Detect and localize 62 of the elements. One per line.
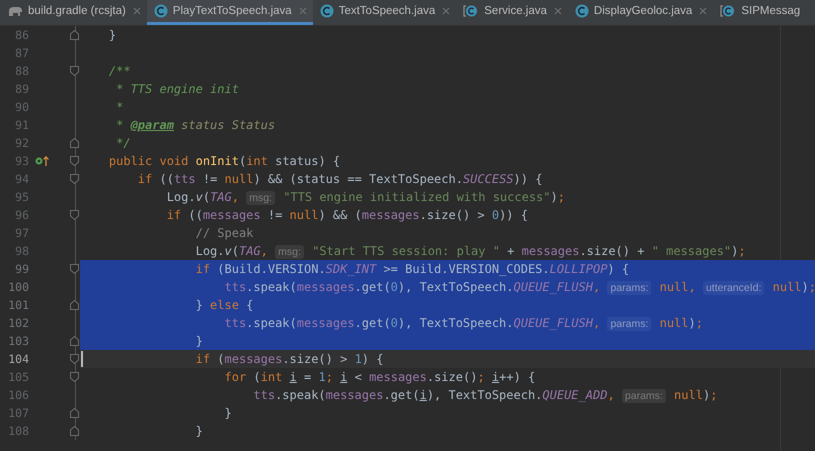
line-number: 88 xyxy=(14,64,29,78)
line-number: 95 xyxy=(14,190,29,204)
line-number: 87 xyxy=(14,46,29,60)
line-number: 93 xyxy=(14,154,29,168)
class-icon xyxy=(154,4,168,18)
line-number: 102 xyxy=(7,316,29,330)
code-line: } xyxy=(194,423,204,440)
line-number: 96 xyxy=(14,208,29,222)
code-line: // Speak xyxy=(194,225,254,242)
line-number: 89 xyxy=(14,82,29,96)
line-number: 104 xyxy=(7,352,29,366)
class-icon xyxy=(574,4,589,18)
code-line: if ((messages != null) && (messages.size() > 0)) { xyxy=(166,207,529,224)
code-line: * @param status Status xyxy=(115,117,276,134)
line-number: 101 xyxy=(7,298,29,312)
code-line: Log.v(TAG, msg: "Start TTS session: play " + messages.size() + " messages"); xyxy=(194,243,747,260)
line-number: 92 xyxy=(14,136,29,150)
fold-icon[interactable] xyxy=(70,300,79,310)
code-line: for (int i = 1; i < messages.size(); i++) { xyxy=(223,369,536,386)
code-line: * xyxy=(115,99,124,116)
class-icon xyxy=(720,4,736,18)
code-line: * TTS engine init xyxy=(115,81,240,98)
line-number: 90 xyxy=(14,100,29,114)
editor-tab[interactable]: DisplayGeoloc.java xyxy=(568,0,714,25)
implements-marker-icon[interactable] xyxy=(35,155,49,167)
elephant-icon xyxy=(7,4,23,18)
line-number: 100 xyxy=(7,280,29,294)
line-number: 103 xyxy=(7,334,29,348)
code-line: /** xyxy=(108,63,132,80)
line-number: 97 xyxy=(14,226,29,240)
code-line: Log.v(TAG, msg: "TTS engine initialized with success"); xyxy=(166,189,566,206)
close-icon[interactable] xyxy=(699,7,708,15)
close-icon[interactable] xyxy=(554,7,562,15)
code-line: */ xyxy=(115,135,132,152)
line-number: 99 xyxy=(14,262,29,276)
close-icon[interactable] xyxy=(132,7,141,15)
fold-icon[interactable] xyxy=(70,30,79,40)
class-icon xyxy=(320,4,334,18)
line-number: 108 xyxy=(7,424,29,438)
editor-tab[interactable]: build.gradle (rcsjta) xyxy=(0,0,147,25)
line-number: 94 xyxy=(14,172,29,186)
line-number: 91 xyxy=(14,118,29,132)
editor-tab[interactable]: Service.java xyxy=(456,0,568,25)
editor-tab[interactable]: TextToSpeech.java xyxy=(312,0,456,25)
code-line: public void onInit(int status) { xyxy=(108,153,342,170)
line-number: 105 xyxy=(7,370,29,384)
line-number: 86 xyxy=(14,28,29,42)
line-number: 107 xyxy=(7,406,29,420)
fold-icon[interactable] xyxy=(70,66,79,76)
code-line: tts.speak(messages.get(i), TextToSpeech.QUEUE_ADD, params: null); xyxy=(252,387,718,404)
editor-tab[interactable]: PlayTextToSpeech.java xyxy=(146,0,313,25)
fold-icon[interactable] xyxy=(70,264,79,274)
line-number: 106 xyxy=(7,388,29,402)
class-icon xyxy=(463,4,480,18)
close-icon[interactable] xyxy=(298,7,307,15)
code-line: } xyxy=(108,27,118,44)
editor-tab[interactable]: SIPMessag xyxy=(713,0,806,25)
fold-icon[interactable] xyxy=(70,210,79,220)
close-icon[interactable] xyxy=(442,7,450,15)
code-line: if ((tts != null) && (status == TextToSpeech.SUCCESS)) { xyxy=(136,171,544,188)
code-line: } xyxy=(223,405,233,422)
line-number: 98 xyxy=(14,244,29,258)
